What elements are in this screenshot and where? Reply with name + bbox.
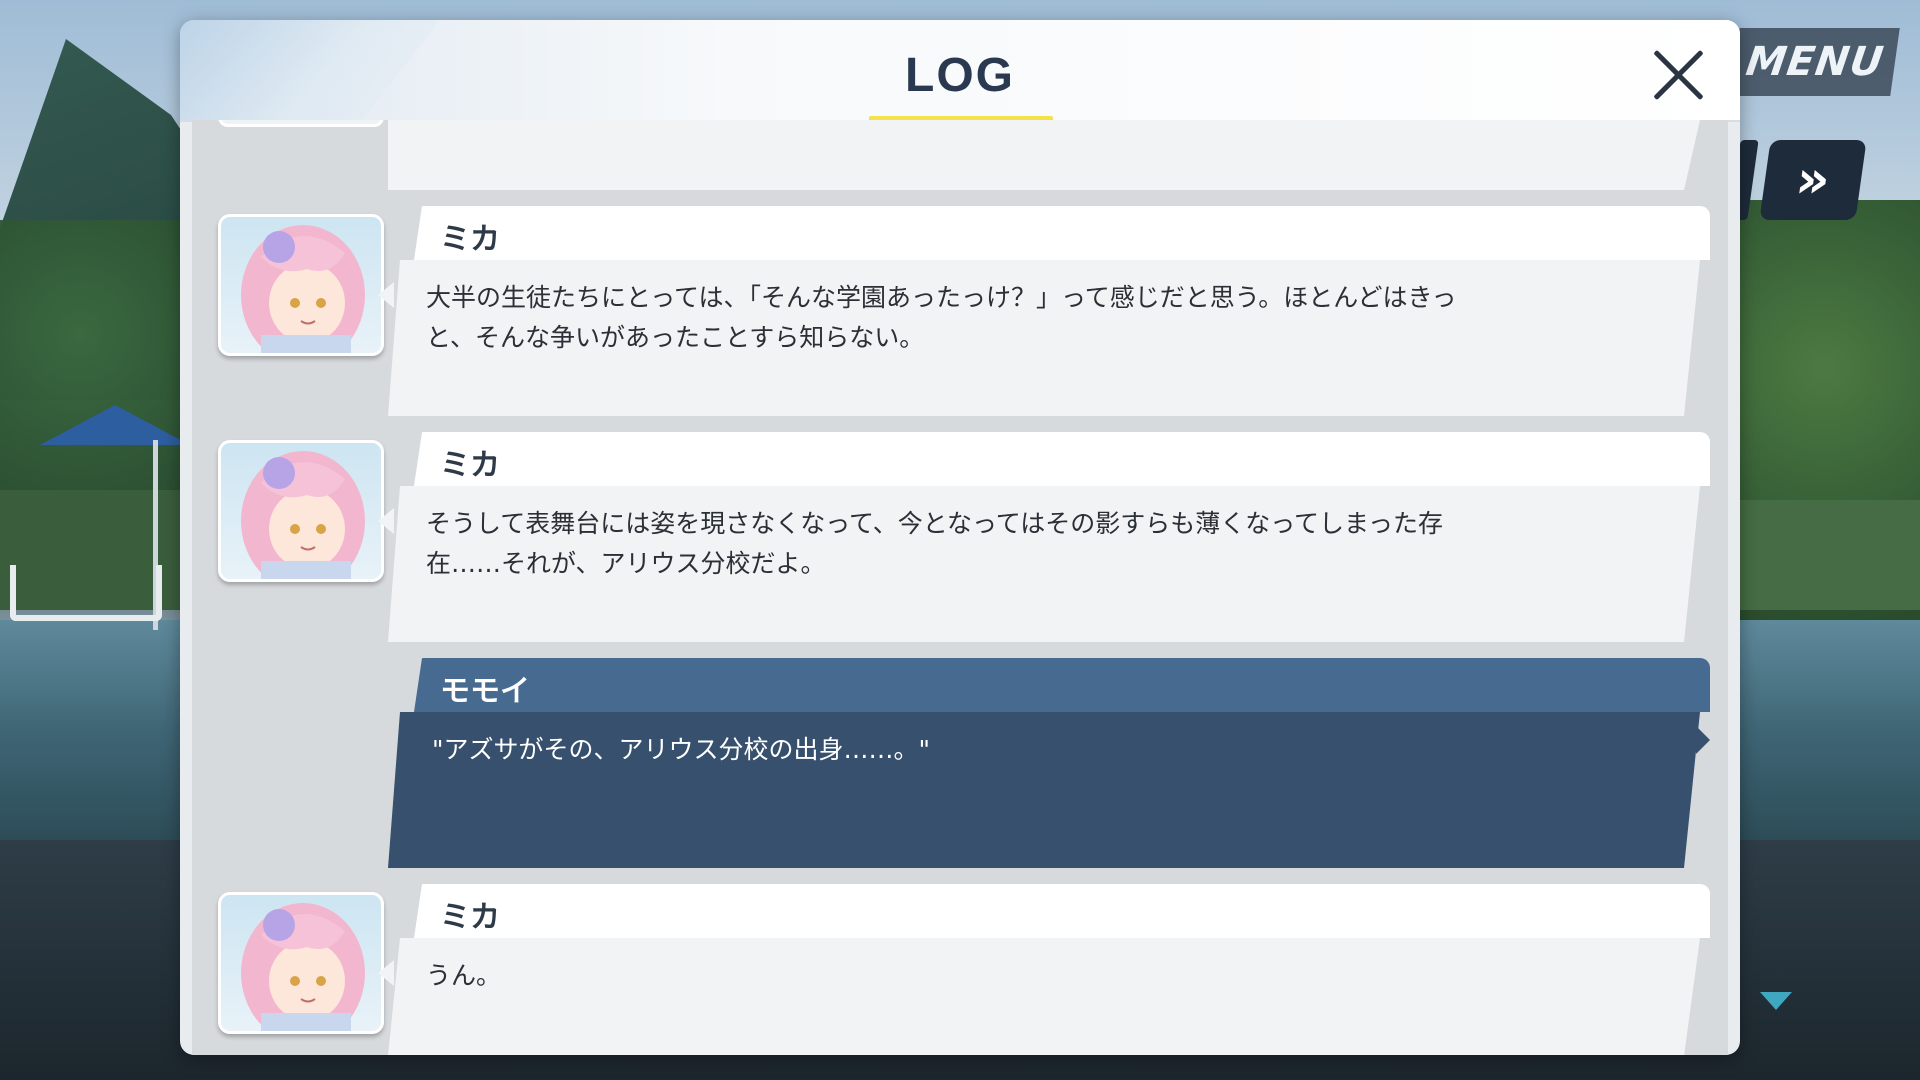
log-dialog: LOG ミカ 大半の生徒たちにとっては、「そんな学園あったっけ？」って感じだと思… xyxy=(180,20,1740,1055)
speaker-name: ミカ xyxy=(440,222,500,257)
message-text: そうして表舞台には姿を現さなくなって、今となってはその影すらも薄くなってしまった… xyxy=(426,509,1444,578)
game-scene: MENU » LOG ミカ 大半の生徒たちにとっては、「そんな学園あったっけ？」… xyxy=(0,0,1920,1080)
speaker-name-bar: ミカ xyxy=(414,884,1710,938)
menu-button[interactable]: MENU xyxy=(1730,28,1900,96)
mika-avatar xyxy=(218,214,384,356)
speaker-name-bar: ミカ xyxy=(414,432,1710,486)
message-bubble xyxy=(388,120,1700,190)
mika-avatar xyxy=(218,440,384,582)
bubble-tail xyxy=(378,282,394,308)
message-bubble: そうして表舞台には姿を現さなくなって、今となってはその影すらも薄くなってしまった… xyxy=(388,486,1700,642)
speaker-name: ミカ xyxy=(440,448,500,483)
menu-button-label: MENU xyxy=(1743,39,1887,85)
skip-button[interactable]: » xyxy=(1759,140,1867,220)
message-text: "アズサがその、アリウス分校の出身……。" xyxy=(432,735,930,764)
bubble-tail xyxy=(378,508,394,534)
speaker-name-bar: ミカ xyxy=(414,206,1710,260)
close-icon[interactable] xyxy=(1650,46,1708,104)
avatar xyxy=(218,120,384,127)
speaker-name: ミカ xyxy=(440,900,500,935)
log-header: LOG xyxy=(180,20,1740,122)
speaker-name: モモイ xyxy=(440,674,530,709)
message-bubble: 大半の生徒たちにとっては、「そんな学園あったっけ？」って感じだと思う。ほとんどは… xyxy=(388,260,1700,416)
bubble-tail xyxy=(378,960,394,986)
log-title: LOG xyxy=(905,49,1015,102)
message-bubble: "アズサがその、アリウス分校の出身……。" xyxy=(388,712,1700,868)
bubble-tail xyxy=(1696,726,1710,754)
scroll-down-icon xyxy=(1760,992,1792,1010)
fast-forward-icon: » xyxy=(1791,150,1835,210)
mika-avatar xyxy=(218,892,384,1034)
speaker-name-bar: モモイ xyxy=(414,658,1710,712)
message-text: 大半の生徒たちにとっては、「そんな学園あったっけ？」って感じだと思う。ほとんどは… xyxy=(426,283,1457,352)
log-scroll-area[interactable]: ミカ 大半の生徒たちにとっては、「そんな学園あったっけ？」って感じだと思う。ほと… xyxy=(192,120,1728,1055)
message-text: うん。 xyxy=(426,961,502,990)
background-lounger xyxy=(10,565,162,621)
message-bubble: うん。 xyxy=(388,938,1700,1055)
